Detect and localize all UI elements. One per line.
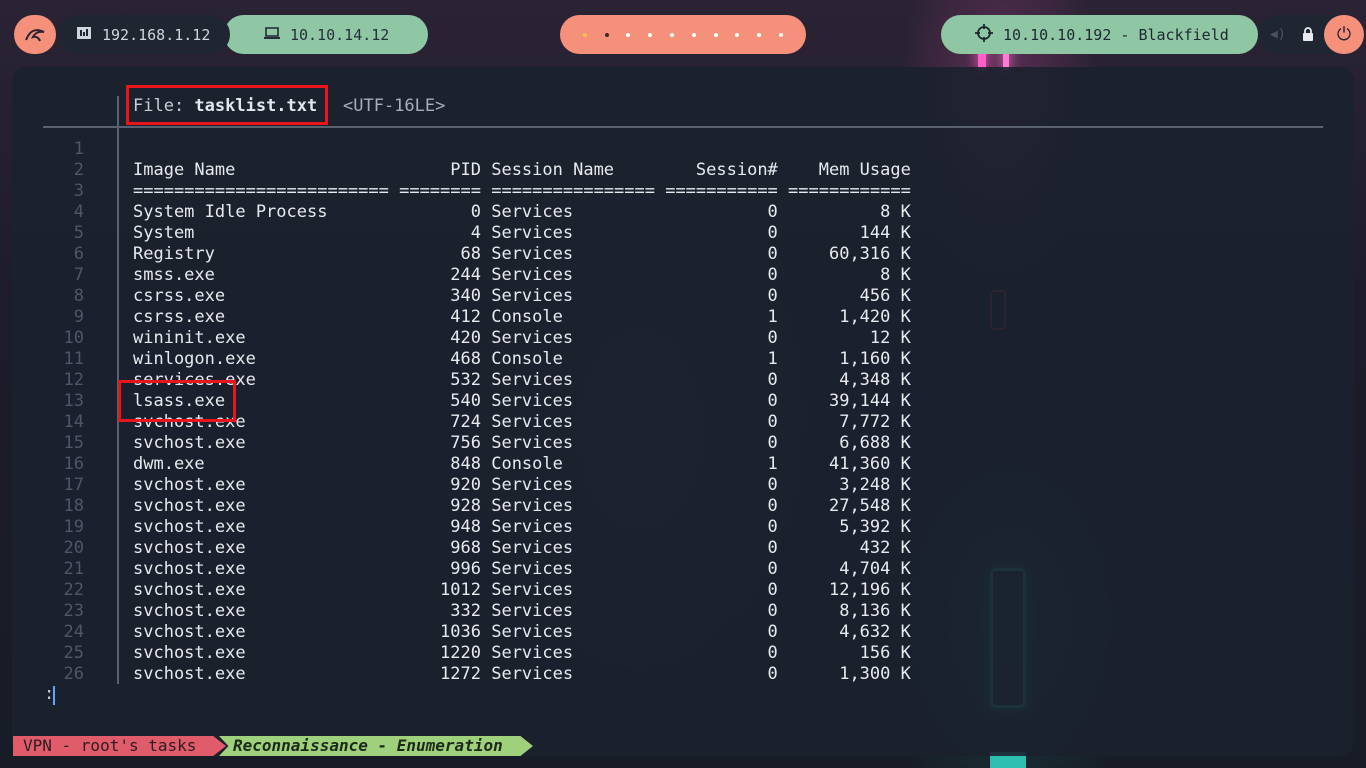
crosshair-icon <box>975 23 993 46</box>
workspace-dot-active[interactable] <box>604 32 609 37</box>
target-widget[interactable]: 10.10.10.192 - Blackfield <box>941 15 1258 54</box>
table-row: svchost.exe 948 Services 0 5,392 K <box>133 517 911 537</box>
table-row: csrss.exe 412 Console 1 1,420 K <box>133 307 911 327</box>
volume-icon[interactable]: ◀) <box>1270 27 1286 42</box>
line-number: 8 <box>73 286 84 306</box>
table-row: csrss.exe 340 Services 0 456 K <box>133 286 911 306</box>
line-number: 12 <box>63 370 84 390</box>
table-header: Image Name PID Session Name Session# Mem… <box>133 160 911 180</box>
tmux-tab-recon[interactable]: Reconnaissance - Enumeration <box>219 736 533 756</box>
line-number: 22 <box>63 580 84 600</box>
highlight-box-lsass <box>118 380 236 422</box>
kali-menu-button[interactable] <box>14 15 56 54</box>
workspace-switcher[interactable] <box>560 15 806 54</box>
line-number: 19 <box>63 517 84 537</box>
line-number: 14 <box>63 412 84 432</box>
table-row: svchost.exe 1272 Services 0 1,300 K <box>133 664 911 684</box>
workspace-dot[interactable] <box>713 32 718 37</box>
table-row: svchost.exe 1036 Services 0 4,632 K <box>133 622 911 642</box>
laptop-icon <box>264 26 280 44</box>
workspace-dot[interactable] <box>582 32 587 37</box>
line-number: 26 <box>63 664 84 684</box>
vpn-ip: 10.10.14.12 <box>290 25 390 44</box>
workspace-dot[interactable] <box>626 32 631 37</box>
vpn-ip-widget[interactable]: 10.10.14.12 <box>224 15 428 54</box>
table-row: svchost.exe 1220 Services 0 156 K <box>133 643 911 663</box>
table-row: smss.exe 244 Services 0 8 K <box>133 265 911 285</box>
network-icon <box>76 26 92 44</box>
line-number: 23 <box>63 601 84 621</box>
line-number: 4 <box>73 202 84 222</box>
table-row: svchost.exe 332 Services 0 8,136 K <box>133 601 911 621</box>
table-separator: ========================= ======== =====… <box>133 181 911 201</box>
workspace-dot[interactable] <box>670 32 675 37</box>
power-icon: ⏻ <box>1336 24 1352 45</box>
line-number: 21 <box>63 559 84 579</box>
table-row: svchost.exe 920 Services 0 3,248 K <box>133 475 911 495</box>
line-number: 17 <box>63 475 84 495</box>
power-button[interactable]: ⏻ <box>1324 15 1364 54</box>
highlight-box-filename <box>126 85 328 125</box>
table-row: svchost.exe 968 Services 0 432 K <box>133 538 911 558</box>
text-cursor <box>53 686 55 705</box>
local-ip: 192.168.1.12 <box>102 25 211 44</box>
line-number: 11 <box>63 349 84 369</box>
lock-icon[interactable] <box>1302 27 1314 45</box>
table-row: svchost.exe 928 Services 0 27,548 K <box>133 496 911 516</box>
table-row: System 4 Services 0 144 K <box>133 223 911 243</box>
line-number: 16 <box>63 454 84 474</box>
table-row: svchost.exe 996 Services 0 4,704 K <box>133 559 911 579</box>
table-row: dwm.exe 848 Console 1 41,360 K <box>133 454 911 474</box>
table-row: lsass.exe 540 Services 0 39,144 K <box>133 391 911 411</box>
table-row: svchost.exe 1012 Services 0 12,196 K <box>133 580 911 600</box>
workspace-dot[interactable] <box>648 32 653 37</box>
line-number: 20 <box>63 538 84 558</box>
line-number: 6 <box>73 244 84 264</box>
table-row: svchost.exe 724 Services 0 7,772 K <box>133 412 911 432</box>
line-number: 18 <box>63 496 84 516</box>
table-row: winlogon.exe 468 Console 1 1,160 K <box>133 349 911 369</box>
line-number: 10 <box>63 328 84 348</box>
target-label: 10.10.10.192 - Blackfield <box>1003 25 1229 44</box>
tmux-tab-vpn[interactable]: VPN - root's tasks <box>13 736 226 756</box>
header-divider <box>43 126 1323 128</box>
line-number: 15 <box>63 433 84 453</box>
table-row: Registry 68 Services 0 60,316 K <box>133 244 911 264</box>
line-number: 13 <box>63 391 84 411</box>
line-number: 9 <box>73 307 84 327</box>
workspace-dot[interactable] <box>735 32 740 37</box>
line-number: 7 <box>73 265 84 285</box>
workspace-dot[interactable] <box>757 32 762 37</box>
line-number: 25 <box>63 643 84 663</box>
line-number: 24 <box>63 622 84 642</box>
table-row: wininit.exe 420 Services 0 12 K <box>133 328 911 348</box>
workspace-dot[interactable] <box>779 32 784 37</box>
table-row: System Idle Process 0 Services 0 8 K <box>133 202 911 222</box>
table-row: svchost.exe 756 Services 0 6,688 K <box>133 433 911 453</box>
kali-dragon-icon <box>25 28 45 41</box>
file-encoding: <UTF-16LE> <box>343 96 446 116</box>
table-row: services.exe 532 Services 0 4,348 K <box>133 370 911 390</box>
line-number: 3 <box>73 181 84 201</box>
line-number: 5 <box>73 223 84 243</box>
line-number: 1 <box>73 139 84 159</box>
local-ip-widget[interactable]: 192.168.1.12 <box>58 15 230 54</box>
line-number: 2 <box>73 160 84 180</box>
workspace-dot[interactable] <box>691 32 696 37</box>
